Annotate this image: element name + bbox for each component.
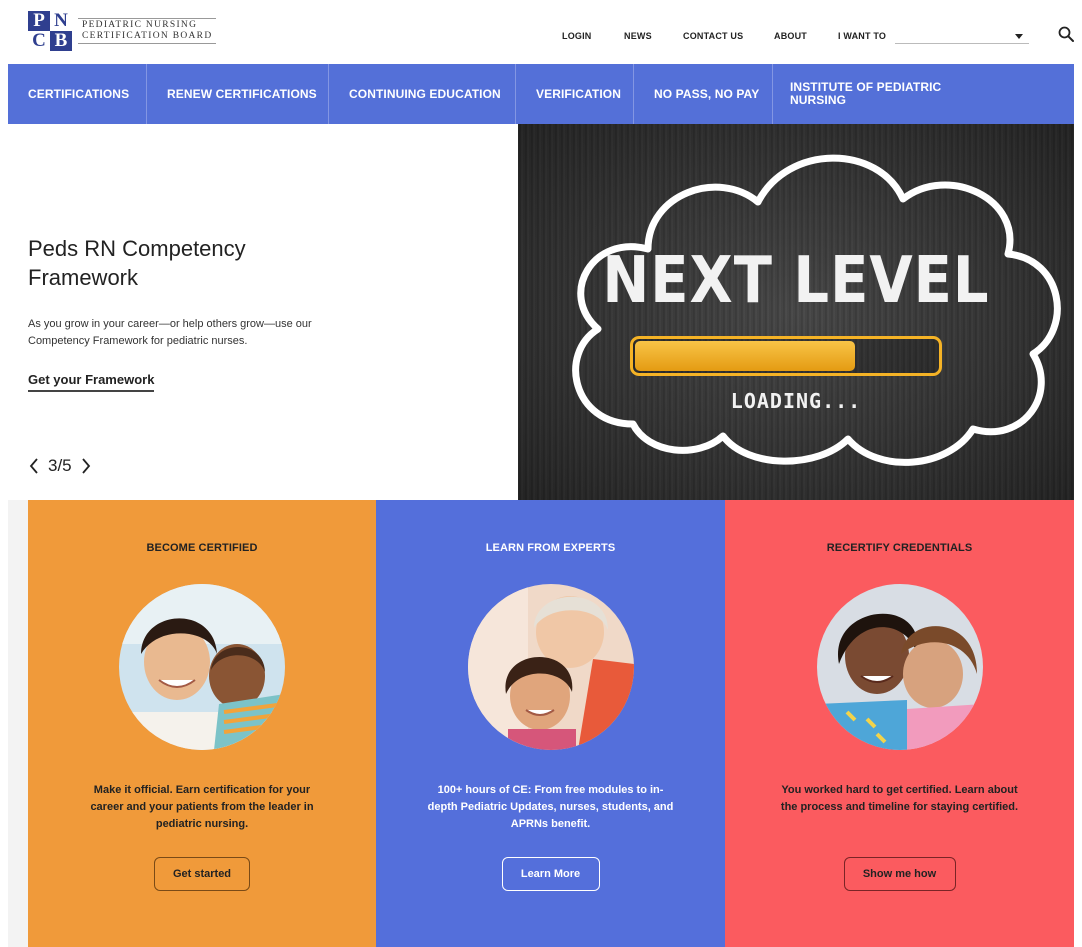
hero-description: As you grow in your career—or help other… xyxy=(28,318,312,347)
search-icon[interactable] xyxy=(1058,26,1074,42)
pncb-logo[interactable]: P N C B PEDIATRIC NURSING CERTIFICATION … xyxy=(28,11,217,51)
login-link[interactable]: LOGIN xyxy=(562,31,592,41)
slide-counter: 3/5 xyxy=(48,456,72,475)
chevron-left-icon[interactable] xyxy=(28,456,40,476)
i-want-to-dropdown[interactable] xyxy=(895,28,1029,44)
card-title: LEARN FROM EXPERTS xyxy=(485,542,616,554)
logo-mark: P N C B xyxy=(28,11,72,51)
card-recertify-credentials: RECERTIFY CREDENTIALS You worked hard to… xyxy=(725,500,1074,947)
logo-letter-c: C xyxy=(28,31,50,51)
logo-wordmark: PEDIATRIC NURSING CERTIFICATION BOARD xyxy=(78,18,217,44)
card-text: Make it official. Earn certification for… xyxy=(90,784,314,830)
nav-label: INSTITUTE OF PEDIATRIC NURSING xyxy=(790,80,942,107)
card-learn-from-experts: LEARN FROM EXPERTS 100+ hours of CE: Fro… xyxy=(376,500,725,947)
about-link[interactable]: ABOUT xyxy=(774,31,807,41)
nav-continuing-education[interactable]: CONTINUING EDUCATION xyxy=(329,64,516,124)
logo-letter-p: P xyxy=(28,11,50,31)
chevron-right-icon[interactable] xyxy=(80,456,92,476)
logo-letter-n: N xyxy=(50,11,72,31)
nav-label: NO PASS, NO PAY xyxy=(654,87,760,101)
nav-institute-of-pediatric-nursing[interactable]: INSTITUTE OF PEDIATRIC NURSING xyxy=(773,64,1074,124)
card-title: BECOME CERTIFIED xyxy=(146,542,258,554)
card-text: 100+ hours of CE: From free modules to i… xyxy=(427,784,674,830)
card-text: You worked hard to get certified. Learn … xyxy=(780,784,1019,813)
nav-label: CONTINUING EDUCATION xyxy=(349,87,501,101)
get-started-button[interactable]: Get started xyxy=(154,857,250,891)
i-want-to-label: I WANT TO xyxy=(838,31,887,41)
nav-label: CERTIFICATIONS xyxy=(28,87,130,101)
loading-progress-fill xyxy=(635,341,856,371)
main-nav: CERTIFICATIONS RENEW CERTIFICATIONS CONT… xyxy=(8,64,1074,124)
contact-us-link[interactable]: CONTACT US xyxy=(683,31,743,41)
get-your-framework-link[interactable]: Get your Framework xyxy=(28,372,155,392)
hero-text-panel: Peds RN Competency Framework As you grow… xyxy=(8,124,518,500)
card-title: RECERTIFY CREDENTIALS xyxy=(826,542,973,554)
chevron-down-icon xyxy=(1015,34,1023,39)
loading-text: LOADING... xyxy=(730,389,862,413)
learn-more-button[interactable]: Learn More xyxy=(501,857,600,891)
mother-child-photo xyxy=(119,584,285,750)
nav-verification[interactable]: VERIFICATION xyxy=(516,64,634,124)
hero-title: Peds RN Competency Framework xyxy=(28,236,246,290)
site-header: P N C B PEDIATRIC NURSING CERTIFICATION … xyxy=(0,0,1082,64)
next-level-text: NEXT LEVEL xyxy=(602,243,990,318)
loading-progress-bar xyxy=(630,336,942,376)
news-link[interactable]: NEWS xyxy=(624,31,652,41)
slider-controls: 3/5 xyxy=(28,456,92,476)
hero-image: NEXT LEVEL LOADING... xyxy=(518,124,1074,500)
nav-renew-certifications[interactable]: RENEW CERTIFICATIONS xyxy=(147,64,329,124)
logo-line-1: PEDIATRIC NURSING xyxy=(82,20,198,30)
nav-label: RENEW CERTIFICATIONS xyxy=(167,87,317,101)
logo-line-2: CERTIFICATION BOARD xyxy=(82,31,213,41)
logo-letter-b: B xyxy=(50,31,72,51)
nav-no-pass-no-pay[interactable]: NO PASS, NO PAY xyxy=(634,64,773,124)
card-become-certified: BECOME CERTIFIED Make it official. Earn … xyxy=(28,500,376,947)
show-me-how-button[interactable]: Show me how xyxy=(843,857,956,891)
nav-label: VERIFICATION xyxy=(536,87,621,101)
nurse-child-photo xyxy=(467,584,634,750)
nav-certifications[interactable]: CERTIFICATIONS xyxy=(8,64,147,124)
nurse-girl-photo xyxy=(816,584,983,750)
